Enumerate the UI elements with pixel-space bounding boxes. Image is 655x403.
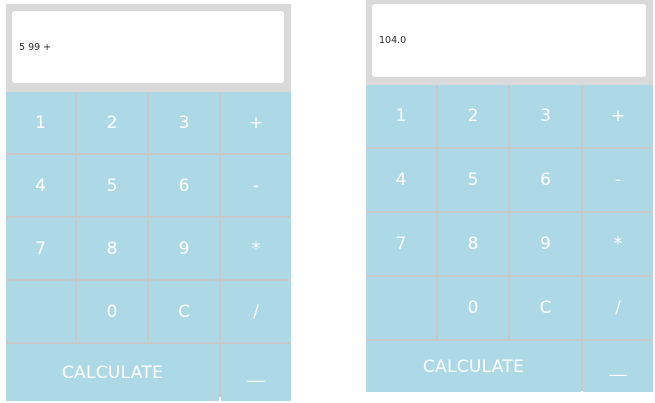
key-divide[interactable]: / bbox=[221, 281, 291, 342]
key-minus[interactable]: - bbox=[583, 149, 653, 211]
key-plus[interactable]: + bbox=[583, 85, 653, 147]
key-multiply[interactable]: * bbox=[583, 213, 653, 275]
key-divide[interactable]: / bbox=[583, 277, 653, 339]
key-6[interactable]: 6 bbox=[149, 155, 219, 216]
key-7[interactable]: 7 bbox=[6, 218, 75, 279]
key-7[interactable]: 7 bbox=[366, 213, 436, 275]
key-6[interactable]: 6 bbox=[510, 149, 581, 211]
key-2[interactable]: 2 bbox=[77, 92, 147, 153]
key-3[interactable]: 3 bbox=[149, 92, 219, 153]
keypad: 1 2 3 + 4 5 6 - 7 8 9 * 0 C / CALCULATE … bbox=[366, 85, 653, 392]
calculate-button[interactable]: CALCULATE bbox=[366, 341, 581, 392]
key-empty[interactable] bbox=[366, 277, 436, 339]
key-4[interactable]: 4 bbox=[366, 149, 436, 211]
backspace-button[interactable]: __ bbox=[583, 341, 653, 392]
key-clear[interactable]: C bbox=[510, 277, 581, 339]
key-clear[interactable]: C bbox=[149, 281, 219, 342]
key-5[interactable]: 5 bbox=[438, 149, 508, 211]
key-9[interactable]: 9 bbox=[510, 213, 581, 275]
key-5[interactable]: 5 bbox=[77, 155, 147, 216]
key-0[interactable]: 0 bbox=[77, 281, 147, 342]
key-0[interactable]: 0 bbox=[438, 277, 508, 339]
key-8[interactable]: 8 bbox=[77, 218, 147, 279]
key-2[interactable]: 2 bbox=[438, 85, 508, 147]
key-plus[interactable]: + bbox=[221, 92, 291, 153]
key-1[interactable]: 1 bbox=[366, 85, 436, 147]
key-8[interactable]: 8 bbox=[438, 213, 508, 275]
calculator-right: 104.0 1 2 3 + 4 5 6 - 7 8 9 * 0 C / CALC… bbox=[366, 0, 653, 392]
key-4[interactable]: 4 bbox=[6, 155, 75, 216]
calculator-left: 5 99 + 1 2 3 + 4 5 6 - 7 8 9 * 0 C / CAL… bbox=[6, 4, 291, 401]
key-minus[interactable]: - bbox=[221, 155, 291, 216]
calculate-button[interactable]: CALCULATE bbox=[6, 344, 219, 401]
key-3[interactable]: 3 bbox=[510, 85, 581, 147]
display-field: 5 99 + bbox=[12, 11, 284, 83]
key-1[interactable]: 1 bbox=[6, 92, 75, 153]
keypad: 1 2 3 + 4 5 6 - 7 8 9 * 0 C / CALCULATE … bbox=[6, 92, 291, 401]
display-field: 104.0 bbox=[372, 4, 646, 77]
key-multiply[interactable]: * bbox=[221, 218, 291, 279]
backspace-button[interactable]: __ bbox=[221, 344, 291, 401]
key-empty[interactable] bbox=[6, 281, 75, 342]
key-9[interactable]: 9 bbox=[149, 218, 219, 279]
